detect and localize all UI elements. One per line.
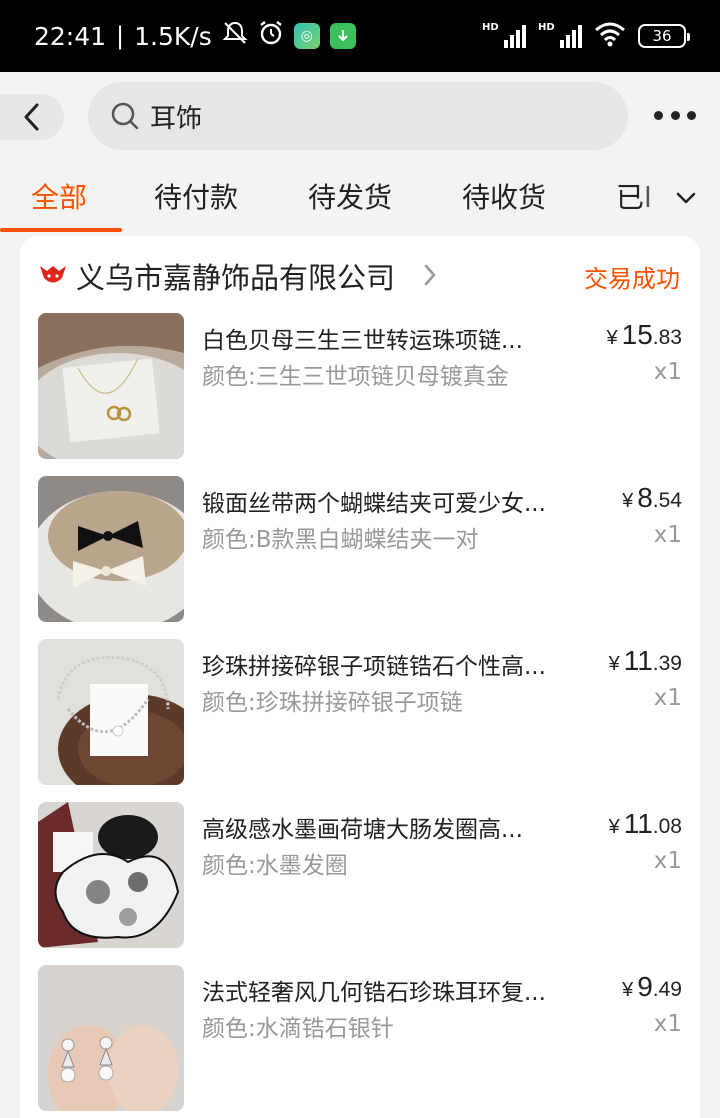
product-quantity: x1: [653, 522, 682, 548]
product-price: ¥9.49: [622, 971, 682, 1003]
order-status-label: 交易成功: [584, 265, 680, 293]
currency-symbol: ¥: [606, 327, 618, 349]
status-time: 22:41: [34, 21, 107, 51]
order-item[interactable]: 白色贝母三生三世转运珠项链... 颜色:三生三世项链贝母镀真金 ¥15.83 x…: [20, 313, 700, 463]
price-integer: 11: [623, 645, 653, 676]
wifi-icon: [594, 21, 626, 51]
tab-pending-payment[interactable]: 待付款: [154, 176, 238, 216]
more-dot-icon: [687, 110, 696, 120]
tab-pending-receipt[interactable]: 待收货: [462, 176, 546, 216]
status-bar: 22:41 | 1.5K/s ◎ HD HD 36: [0, 0, 720, 72]
search-query-text: 耳饰: [150, 103, 203, 134]
product-spec: 颜色:水滴锆石银针: [202, 1016, 394, 1042]
product-spec: 颜色:三生三世项链贝母镀真金: [202, 364, 509, 390]
price-integer: 15: [621, 319, 653, 350]
back-button[interactable]: [0, 94, 64, 140]
product-price: ¥8.54: [622, 482, 682, 514]
product-image[interactable]: [38, 476, 184, 622]
tab-pending-shipment[interactable]: 待发货: [308, 176, 392, 216]
price-integer: 8: [637, 482, 653, 513]
shop-name[interactable]: 义乌市嘉静饰品有限公司: [76, 255, 395, 297]
alarm-icon: [258, 20, 284, 52]
currency-symbol: ¥: [608, 816, 620, 838]
price-decimal: .08: [652, 815, 682, 838]
order-item[interactable]: 法式轻奢风几何锆石珍珠耳环复... 颜色:水滴锆石银针 ¥9.49 x1: [20, 965, 700, 1115]
signal-icon: HD: [482, 22, 526, 48]
active-tab-indicator: [0, 228, 122, 232]
signal-icon: HD: [538, 22, 582, 48]
product-price: ¥11.08: [609, 808, 682, 840]
app-notification-icon: ◎: [293, 23, 320, 49]
product-spec: 颜色:珍珠拼接碎银子项链: [202, 690, 463, 716]
currency-symbol: ¥: [608, 653, 620, 675]
battery-level: 36: [652, 27, 672, 45]
download-icon: [329, 23, 356, 49]
product-spec: 颜色:水墨发圈: [202, 853, 348, 879]
order-item[interactable]: 珍珠拼接碎银子项链锆石个性高... 颜色:珍珠拼接碎银子项链 ¥11.39 x1: [20, 639, 700, 789]
chevron-left-icon: [24, 103, 39, 131]
mute-icon: [222, 20, 248, 52]
search-input[interactable]: 耳饰: [88, 82, 628, 150]
product-image[interactable]: [38, 802, 184, 948]
product-quantity: x1: [653, 685, 682, 711]
order-card[interactable]: 义乌市嘉静饰品有限公司 交易成功 白色贝母三生三世转运珠项链... 颜色:三生三…: [20, 236, 700, 1118]
product-image[interactable]: [38, 639, 184, 785]
status-net-speed: 1.5K/s: [134, 21, 212, 51]
price-decimal: .83: [652, 326, 682, 349]
product-price: ¥11.39: [609, 645, 682, 677]
more-dot-icon: [654, 110, 663, 120]
product-title[interactable]: 白色贝母三生三世转运珠项链...: [202, 321, 574, 355]
order-status-tabs: 全部 待付款 待发货 待收货 已l: [0, 162, 720, 234]
tmall-logo-icon: [40, 266, 66, 283]
search-icon: [111, 102, 139, 130]
status-divider: |: [116, 22, 125, 50]
product-title[interactable]: 法式轻奢风几何锆石珍珠耳环复...: [202, 973, 574, 1007]
chevron-right-icon: [424, 264, 436, 286]
search-header: 耳饰: [0, 72, 720, 162]
shop-header[interactable]: 义乌市嘉静饰品有限公司 交易成功: [20, 236, 700, 312]
price-integer: 11: [623, 808, 653, 839]
tab-dropdown-button[interactable]: [672, 184, 700, 212]
order-item[interactable]: 锻面丝带两个蝴蝶结夹可爱少女... 颜色:B款黑白蝴蝶结夹一对 ¥8.54 x1: [20, 476, 700, 626]
product-quantity: x1: [653, 848, 682, 874]
currency-symbol: ¥: [622, 979, 634, 1001]
tab-all[interactable]: 全部: [31, 176, 87, 216]
currency-symbol: ¥: [622, 490, 634, 512]
product-quantity: x1: [653, 359, 682, 385]
chevron-down-icon: [676, 192, 696, 204]
price-decimal: .49: [652, 978, 682, 1001]
battery-icon: 36: [638, 24, 690, 48]
price-decimal: .54: [652, 489, 682, 512]
order-item[interactable]: 高级感水墨画荷塘大肠发圈高... 颜色:水墨发圈 ¥11.08 x1: [20, 802, 700, 952]
price-integer: 9: [637, 971, 653, 1002]
product-spec: 颜色:B款黑白蝴蝶结夹一对: [202, 527, 479, 553]
product-image[interactable]: [38, 313, 184, 459]
price-decimal: .39: [652, 652, 682, 675]
more-options-button[interactable]: [654, 100, 696, 130]
product-title[interactable]: 高级感水墨画荷塘大肠发圈高...: [202, 810, 574, 844]
product-title[interactable]: 珍珠拼接碎银子项链锆石个性高...: [202, 647, 574, 681]
product-price: ¥15.83: [607, 319, 682, 351]
product-title[interactable]: 锻面丝带两个蝴蝶结夹可爱少女...: [202, 484, 574, 518]
more-dot-icon: [670, 110, 680, 120]
product-quantity: x1: [653, 1011, 682, 1037]
product-image[interactable]: [38, 965, 184, 1111]
